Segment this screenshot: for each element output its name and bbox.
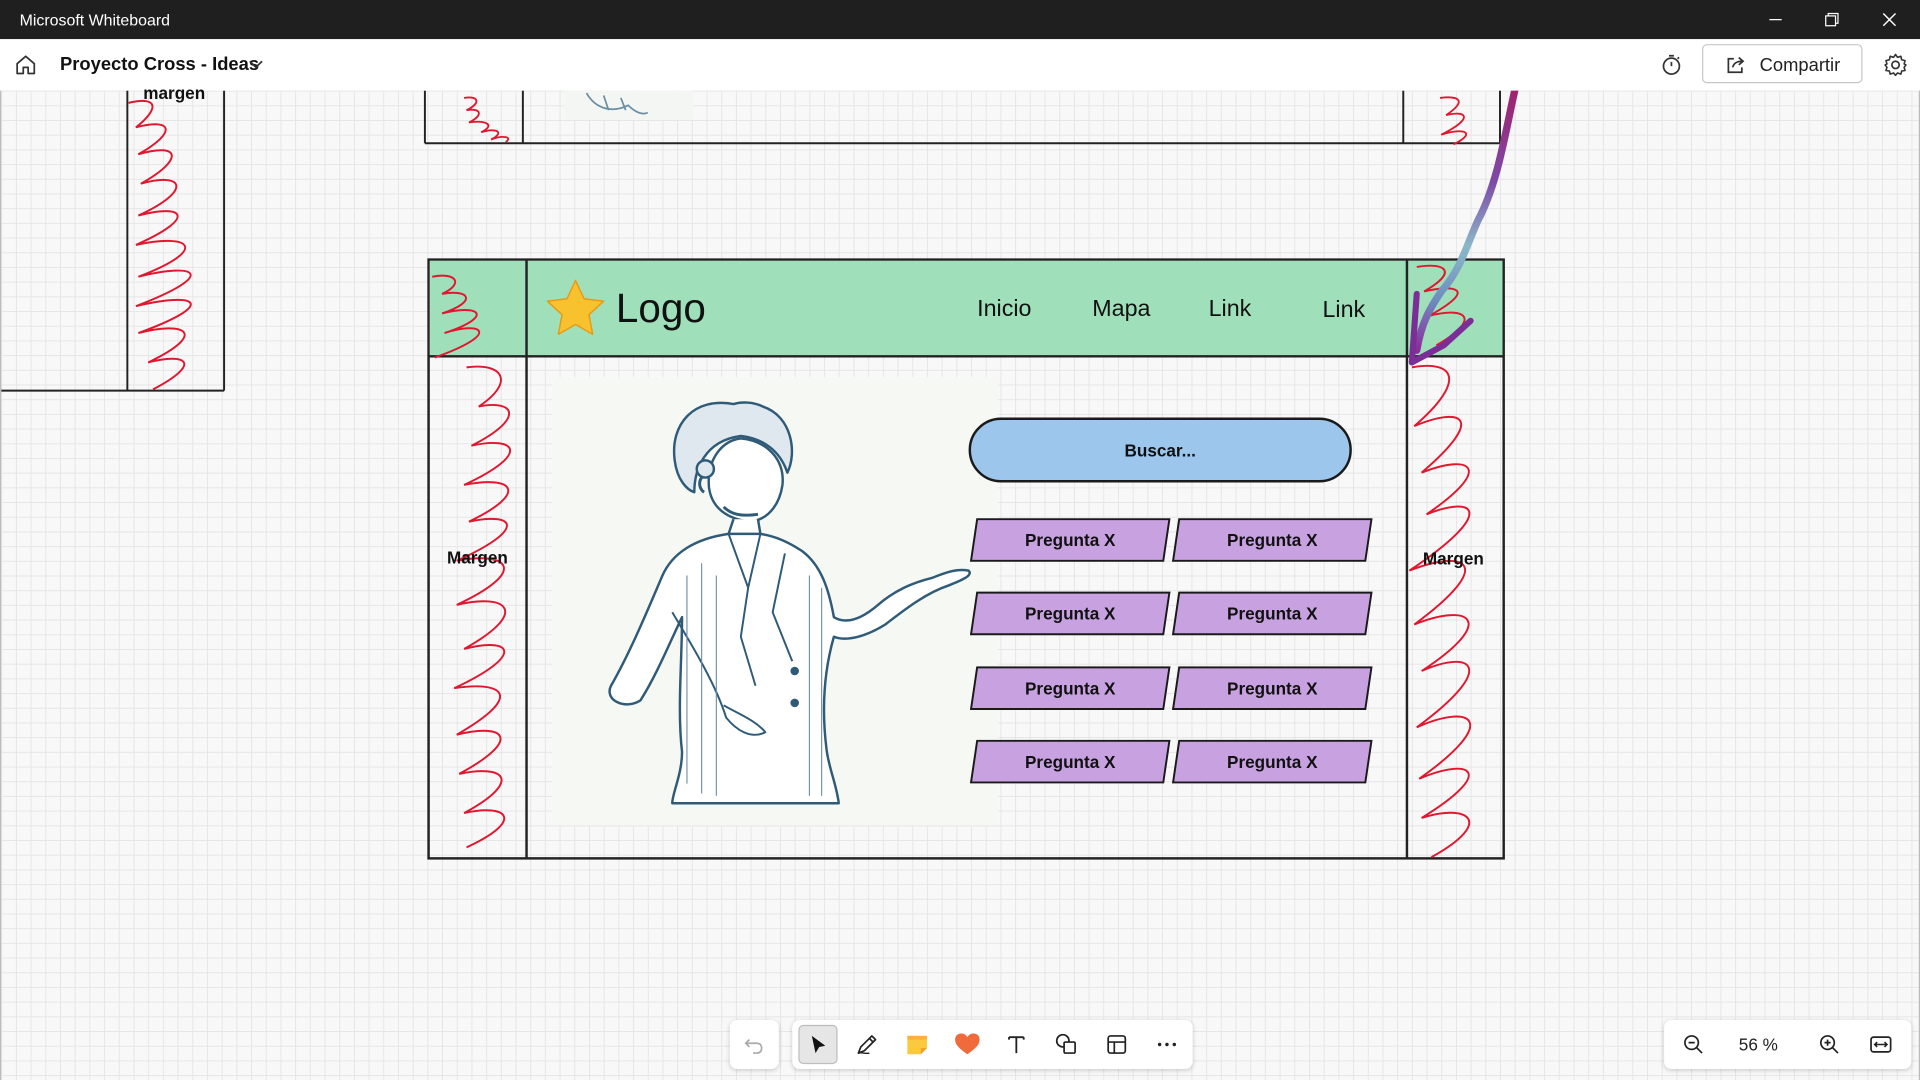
zoom-in-icon <box>1819 1035 1839 1054</box>
question-shape-3: Pregunta X <box>969 591 1171 636</box>
question-label: Pregunta X <box>1024 678 1116 698</box>
text-icon <box>1008 1036 1025 1054</box>
chevron-down-icon[interactable] <box>247 55 264 72</box>
question-shape-7: Pregunta X <box>969 739 1171 784</box>
question-label: Pregunta X <box>1024 530 1116 550</box>
window-title: Microsoft Whiteboard <box>19 11 170 30</box>
creation-toolbar <box>792 1020 1193 1069</box>
undo-icon <box>744 1038 763 1054</box>
settings-button[interactable] <box>1880 50 1912 79</box>
shapes-icon <box>1055 1033 1076 1054</box>
share-label: Compartir <box>1759 55 1841 76</box>
close-button[interactable] <box>1861 0 1917 39</box>
fit-screen-icon <box>1870 1036 1892 1053</box>
close-icon <box>1882 12 1897 27</box>
share-button[interactable]: Compartir <box>1702 44 1863 84</box>
timer-button[interactable] <box>1656 50 1688 79</box>
nav-item-mapa: Mapa <box>1092 296 1151 323</box>
restore-button[interactable] <box>1804 0 1860 39</box>
zoom-out-button[interactable] <box>1676 1027 1710 1061</box>
shapes-tool-button[interactable] <box>1047 1025 1086 1064</box>
home-button[interactable] <box>10 50 42 79</box>
margin-label-right: Margen <box>1422 548 1484 569</box>
margin-label-left: Margen <box>446 547 508 567</box>
more-icon <box>1157 1042 1177 1047</box>
question-shape-1: Pregunta X <box>969 518 1171 562</box>
question-label: Pregunta X <box>1227 530 1318 550</box>
reaction-icon <box>955 1033 980 1055</box>
question-shape-2: Pregunta X <box>1171 518 1373 562</box>
zoom-level: 56 % <box>1738 1034 1778 1055</box>
zoom-controls: 56 % <box>1664 1020 1912 1069</box>
pen-tool-button[interactable] <box>847 1025 886 1064</box>
timer-icon <box>1662 54 1681 75</box>
search-field-shape: Buscar... <box>968 417 1352 483</box>
question-label: Pregunta X <box>1227 678 1318 698</box>
question-shape-6: Pregunta X <box>1171 666 1373 710</box>
question-shape-5: Pregunta X <box>969 666 1171 710</box>
scribble-left-margin-main <box>453 365 511 849</box>
margin-label-left-partial: margen <box>143 83 206 103</box>
question-label: Pregunta X <box>1024 603 1116 624</box>
left-wireframe-frame <box>1 90 226 392</box>
question-label: Pregunta X <box>1227 603 1318 624</box>
minimize-icon <box>1769 18 1782 21</box>
nav-item-link-1: Link <box>1208 296 1252 323</box>
question-label: Pregunta X <box>1227 751 1318 772</box>
app-window: Microsoft Whiteboard Proyecto Cross - Id… <box>0 0 1920 1080</box>
text-tool-button[interactable] <box>997 1025 1036 1064</box>
board-name[interactable]: Proyecto Cross - Ideas <box>60 54 259 75</box>
scribble-top-left <box>463 96 510 143</box>
logo-label: Logo <box>615 285 706 331</box>
scribble-top-right <box>1439 96 1468 146</box>
select-tool-button[interactable] <box>798 1024 838 1065</box>
restore-icon <box>1825 12 1839 27</box>
minimize-button[interactable] <box>1747 0 1803 39</box>
pen-icon <box>857 1035 877 1055</box>
more-tools-button[interactable] <box>1147 1025 1186 1064</box>
sticky-note-tool-button[interactable] <box>898 1025 937 1064</box>
home-icon <box>16 55 36 75</box>
templates-icon <box>1107 1035 1127 1054</box>
nav-item-inicio: Inicio <box>977 296 1032 323</box>
nav-item-link-2: Link <box>1322 297 1366 324</box>
question-shape-4: Pregunta X <box>1171 591 1373 636</box>
zoom-in-button[interactable] <box>1812 1027 1846 1061</box>
scribble-right-margin-main <box>1408 364 1472 859</box>
share-icon <box>1727 56 1745 74</box>
reaction-tool-button[interactable] <box>948 1025 987 1064</box>
gear-icon <box>1884 53 1907 77</box>
zoom-out-icon <box>1684 1035 1703 1054</box>
title-bar: Microsoft Whiteboard <box>0 0 1920 40</box>
question-label: Pregunta X <box>1024 751 1116 772</box>
select-icon <box>811 1035 826 1054</box>
undo-button[interactable] <box>729 1020 779 1069</box>
app-bar: Proyecto Cross - Ideas Compartir <box>0 39 1920 92</box>
templates-tool-button[interactable] <box>1097 1025 1136 1064</box>
wireframe-drawing <box>1 90 1519 860</box>
question-shape-8: Pregunta X <box>1171 739 1373 784</box>
sticky-note-icon <box>907 1035 927 1055</box>
whiteboard-canvas[interactable]: margen Logo Inicio Mapa Link Link Margen… <box>0 83 1920 1080</box>
scribble-left-margin <box>128 100 192 391</box>
fit-to-screen-button[interactable] <box>1864 1027 1898 1061</box>
